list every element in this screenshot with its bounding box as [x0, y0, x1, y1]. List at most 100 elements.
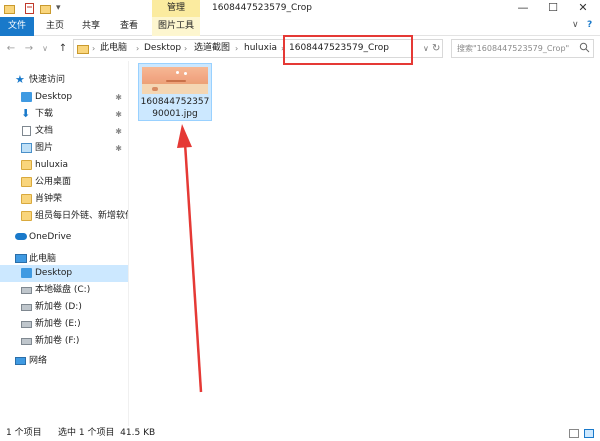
- nav-label: 图片: [35, 143, 54, 153]
- network-icon: [15, 357, 26, 365]
- nav-label: 本地磁盘 (C:): [35, 285, 91, 295]
- nav-label: 文档: [35, 126, 54, 136]
- nav-item-desktop[interactable]: Desktop ✱: [0, 89, 128, 106]
- nav-item-pictures[interactable]: 图片 ✱: [0, 140, 128, 157]
- arrow-shaft: [183, 142, 203, 393]
- properties-icon[interactable]: [24, 3, 35, 14]
- help-button[interactable]: ?: [587, 20, 592, 30]
- nav-label: 新加卷 (F:): [35, 336, 80, 346]
- nav-onedrive[interactable]: OneDrive: [0, 229, 128, 246]
- nav-label: 肖钟荣: [35, 194, 63, 204]
- nav-label: 新加卷 (E:): [35, 319, 81, 329]
- folder-icon: [77, 43, 89, 57]
- download-icon: ⬇: [21, 107, 31, 120]
- image-thumbnail: [142, 67, 208, 94]
- title-bar: ▾ 管理 1608447523579_Crop — ☐ ✕: [0, 0, 600, 17]
- breadcrumb-huluxia[interactable]: huluxia: [244, 40, 277, 57]
- details-view-icon[interactable]: [569, 429, 579, 438]
- nav-item-huluxia[interactable]: huluxia: [0, 157, 128, 174]
- nav-quick-access[interactable]: ★ 快速访问: [0, 72, 128, 89]
- desktop-icon: [21, 92, 32, 102]
- recent-locations-icon[interactable]: ∨: [38, 41, 52, 57]
- thumbnail-shape: [176, 71, 179, 74]
- folder-icon: [21, 211, 32, 221]
- computer-icon: [15, 254, 27, 263]
- forward-button[interactable]: →: [22, 41, 36, 57]
- nav-label: Desktop: [35, 92, 73, 102]
- address-dropdown-button[interactable]: ∨: [423, 40, 429, 57]
- drive-icon: [21, 338, 32, 345]
- nav-pc-desktop[interactable]: Desktop: [0, 265, 128, 282]
- pictures-icon: [21, 143, 32, 153]
- nav-drive-d[interactable]: 新加卷 (D:): [0, 299, 128, 316]
- nav-label: Desktop: [35, 268, 73, 278]
- nav-label: 新加卷 (D:): [35, 302, 82, 312]
- thumbnail-shape: [152, 87, 158, 91]
- nav-label: OneDrive: [29, 232, 72, 242]
- up-button[interactable]: ↑: [56, 41, 70, 57]
- nav-item-documents[interactable]: 文档 ✱: [0, 123, 128, 140]
- new-folder-icon[interactable]: [40, 3, 51, 14]
- item-count: 1 个项目: [6, 428, 42, 438]
- nav-label: 快速访问: [29, 75, 66, 85]
- status-bar: 1 个项目 选中 1 个项目 41.5 KB: [0, 426, 600, 441]
- selection-info: 选中 1 个项目 41.5 KB: [58, 428, 156, 438]
- search-placeholder: 搜索"1608447523579_Crop": [457, 44, 570, 53]
- document-icon: [22, 126, 31, 136]
- pin-icon: ✱: [115, 127, 122, 136]
- nav-item-public-desktop[interactable]: 公用桌面: [0, 174, 128, 191]
- nav-drive-f[interactable]: 新加卷 (F:): [0, 333, 128, 350]
- breadcrumb-desktop[interactable]: Desktop: [144, 40, 181, 57]
- folder-icon: [21, 160, 32, 170]
- star-icon: ★: [15, 73, 25, 86]
- large-icons-view-icon[interactable]: [584, 429, 594, 438]
- breadcrumb-screenshots[interactable]: 选道截图: [194, 40, 230, 57]
- tab-home[interactable]: 主页: [38, 17, 72, 36]
- folder-icon: [21, 177, 32, 187]
- quick-access-dropdown-icon[interactable]: ▾: [56, 3, 67, 14]
- refresh-button[interactable]: ↻: [432, 40, 440, 57]
- manage-context-tab[interactable]: 管理: [152, 0, 200, 17]
- chevron-right-icon: ›: [92, 44, 96, 53]
- folder-icon: [21, 194, 32, 204]
- chevron-right-icon: ›: [136, 44, 140, 53]
- tab-share[interactable]: 共享: [74, 17, 108, 36]
- nav-item-downloads[interactable]: ⬇ 下载 ✱: [0, 106, 128, 123]
- search-icon: [579, 42, 590, 56]
- maximize-button[interactable]: ☐: [538, 0, 568, 17]
- nav-label: huluxia: [35, 160, 68, 170]
- nav-drive-c[interactable]: 本地磁盘 (C:): [0, 282, 128, 299]
- nav-network[interactable]: 网络: [0, 353, 128, 370]
- pin-icon: ✱: [115, 110, 122, 119]
- nav-label: 组员每日外链、新增软件统计: [35, 211, 128, 221]
- nav-label: 下载: [35, 109, 54, 119]
- drive-icon: [21, 321, 32, 328]
- desktop-icon: [21, 268, 32, 278]
- file-name: 16084475235790001.jpg: [140, 97, 210, 119]
- breadcrumb-this-pc[interactable]: 此电脑: [100, 40, 127, 57]
- back-button[interactable]: ←: [4, 41, 18, 57]
- drive-icon: [21, 287, 32, 294]
- arrow-head: [177, 124, 192, 148]
- thumbnail-shape: [184, 72, 187, 75]
- navigation-pane: ★ 快速访问 Desktop ✱ ⬇ 下载 ✱ 文档 ✱ 图片 ✱ huluxi…: [0, 61, 128, 426]
- window-title: 1608447523579_Crop: [212, 3, 312, 13]
- tab-picture-tools[interactable]: 图片工具: [152, 17, 200, 36]
- close-button[interactable]: ✕: [568, 0, 598, 17]
- search-input[interactable]: 搜索"1608447523579_Crop": [451, 39, 594, 58]
- nav-label: 网络: [29, 356, 48, 366]
- drive-icon: [21, 304, 32, 311]
- ribbon-collapse-button[interactable]: ∨: [572, 20, 579, 30]
- nav-item-xiao[interactable]: 肖钟荣: [0, 191, 128, 208]
- file-item[interactable]: 16084475235790001.jpg: [138, 63, 212, 121]
- minimize-button[interactable]: —: [508, 0, 538, 17]
- tab-view[interactable]: 查看: [112, 17, 146, 36]
- tab-file[interactable]: 文件: [0, 17, 34, 36]
- chevron-right-icon: ›: [184, 44, 188, 53]
- nav-label: 公用桌面: [35, 177, 72, 187]
- ribbon-tabs: 文件 主页 共享 查看 图片工具 ∨ ?: [0, 17, 600, 36]
- nav-drive-e[interactable]: 新加卷 (E:): [0, 316, 128, 333]
- nav-item-team-stats[interactable]: 组员每日外链、新增软件统计: [0, 208, 128, 225]
- annotation-highlight-box: [283, 35, 413, 65]
- pane-splitter[interactable]: [128, 61, 129, 426]
